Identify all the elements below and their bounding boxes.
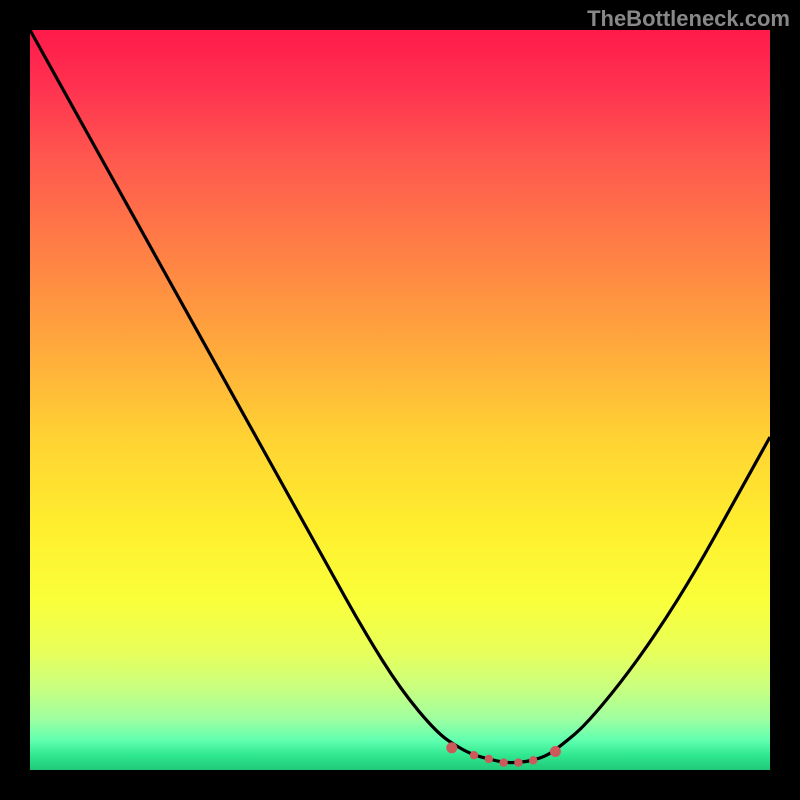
marker-dot [529,756,537,764]
marker-dot [499,758,507,766]
marker-dot [470,751,478,759]
optimal-range-markers [446,742,561,767]
marker-dot [485,755,493,763]
watermark-text: TheBottleneck.com [587,6,790,32]
marker-dot [446,742,457,753]
plot-area [30,30,770,770]
marker-dot [550,746,561,757]
marker-dot [514,758,522,766]
marker-layer [30,30,770,770]
